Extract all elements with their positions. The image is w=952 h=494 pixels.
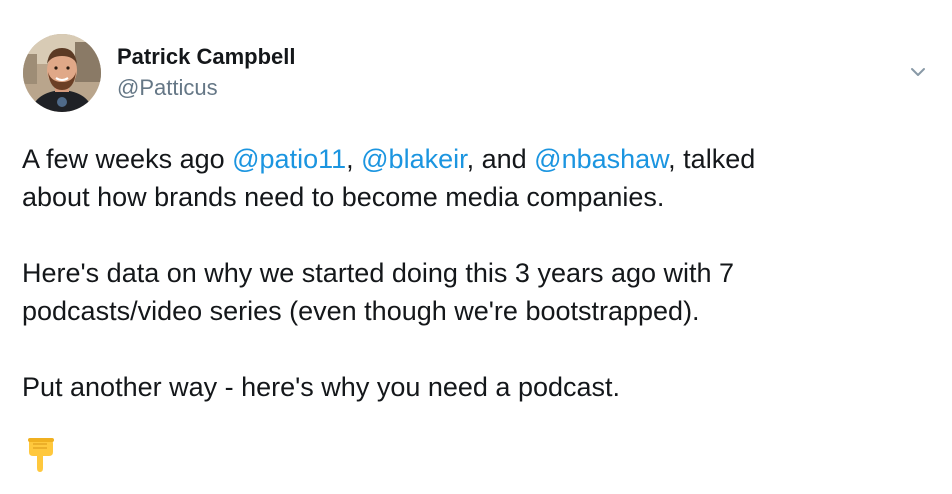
tweet-text-segment: Here's data on why we started doing this… xyxy=(22,258,735,288)
tweet-paragraph-1: A few weeks ago @patio11, @blakeir, and … xyxy=(22,140,922,216)
pointing-down-emoji-icon xyxy=(25,438,55,474)
tweet-text-segment: A few weeks ago xyxy=(22,144,233,174)
avatar[interactable] xyxy=(23,34,101,112)
tweet-text-segment: , talked xyxy=(668,144,756,174)
tweet-text-segment: , xyxy=(346,144,362,174)
tweet-text: A few weeks ago @patio11, @blakeir, and … xyxy=(22,140,922,406)
tweet-paragraph-3: Put another way - here's why you need a … xyxy=(22,368,922,406)
avatar-image xyxy=(23,34,101,112)
author-handle[interactable]: @Patticus xyxy=(117,75,218,101)
author-display-name[interactable]: Patrick Campbell xyxy=(117,44,296,70)
tweet-text-segment: about how brands need to become media co… xyxy=(22,182,665,212)
tweet-text-segment: podcasts/video series (even though we're… xyxy=(22,296,700,326)
tweet-paragraph-2: Here's data on why we started doing this… xyxy=(22,254,922,330)
mention-link-blakeir[interactable]: @blakeir xyxy=(361,144,466,174)
chevron-down-icon[interactable] xyxy=(905,62,931,82)
tweet-text-segment: Put another way - here's why you need a … xyxy=(22,372,621,402)
mention-link-patio11[interactable]: @patio11 xyxy=(232,144,346,174)
tweet-text-segment: , and xyxy=(466,144,535,174)
mention-link-nbashaw[interactable]: @nbashaw xyxy=(534,144,668,174)
tweet-card: Patrick Campbell @Patticus A few weeks a… xyxy=(0,0,952,494)
